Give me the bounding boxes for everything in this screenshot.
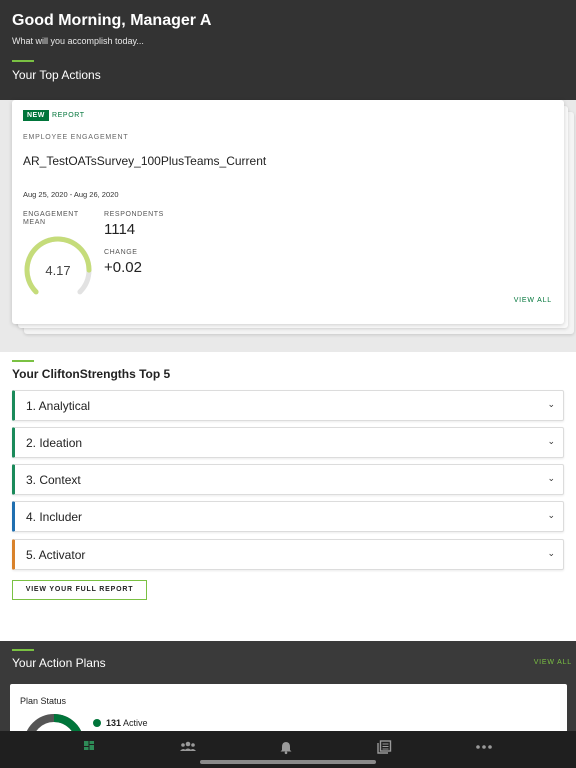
top-actions-title: Your Top Actions <box>12 68 101 82</box>
report-date-range: Aug 25, 2020 - Aug 26, 2020 <box>23 190 119 199</box>
strength-label: 2. Ideation <box>26 436 83 450</box>
strength-label: 1. Analytical <box>26 399 91 413</box>
active-label: Active <box>123 718 148 728</box>
view-all-actions-link[interactable]: VIEW ALL <box>514 297 552 304</box>
respondents-value: 1114 <box>104 221 136 238</box>
strength-item-context[interactable]: 3. Context ⌄ <box>12 464 564 495</box>
home-icon[interactable] <box>80 739 98 755</box>
active-legend-dot <box>93 719 101 727</box>
report-name: AR_TestOATsSurvey_100PlusTeams_Current <box>23 154 267 168</box>
change-value: +0.02 <box>104 259 142 276</box>
engagement-mean-value: 4.17 <box>45 263 70 278</box>
strength-label: 4. Includer <box>26 510 83 524</box>
greeting-title: Good Morning, Manager A <box>12 12 212 29</box>
engagement-gauge: 4.17 <box>24 236 92 295</box>
reports-icon[interactable] <box>375 739 393 755</box>
strength-item-ideation[interactable]: 2. Ideation ⌄ <box>12 427 564 458</box>
report-type-label: REPORT <box>52 112 85 119</box>
active-plans-legend: 131 Active <box>106 718 148 728</box>
team-icon[interactable] <box>179 739 197 755</box>
strength-item-analytical[interactable]: 1. Analytical ⌄ <box>12 390 564 421</box>
respondents-label: RESPONDENTS <box>104 211 164 218</box>
strength-item-includer[interactable]: 4. Includer ⌄ <box>12 501 564 532</box>
view-full-report-button[interactable]: VIEW YOUR FULL REPORT <box>12 580 147 600</box>
hero-section: Good Morning, Manager A What will you ac… <box>0 0 576 352</box>
strength-label: 3. Context <box>26 473 81 487</box>
plan-status-title: Plan Status <box>20 696 67 706</box>
chevron-down-icon: ⌄ <box>547 510 555 520</box>
active-count: 131 <box>106 718 122 728</box>
section-accent-line <box>12 649 34 651</box>
action-plans-title: Your Action Plans <box>12 656 106 670</box>
home-indicator-bar <box>200 760 376 764</box>
strengths-title: Your CliftonStrengths Top 5 <box>12 367 171 381</box>
chevron-down-icon: ⌄ <box>547 548 555 558</box>
report-category: EMPLOYEE ENGAGEMENT <box>23 134 129 141</box>
strength-label: 5. Activator <box>26 548 86 562</box>
bell-icon[interactable] <box>277 739 295 755</box>
section-accent-line <box>12 360 34 362</box>
change-label: CHANGE <box>104 249 138 256</box>
greeting-subtitle: What will you accomplish today... <box>12 36 144 46</box>
chevron-down-icon: ⌄ <box>547 436 555 446</box>
strength-item-activator[interactable]: 5. Activator ⌄ <box>12 539 564 570</box>
view-all-plans-link[interactable]: VIEW ALL <box>534 659 572 666</box>
more-icon[interactable] <box>475 739 493 755</box>
chevron-down-icon: ⌄ <box>547 473 555 483</box>
section-accent-line <box>12 60 34 62</box>
engagement-report-card[interactable]: NEW REPORT EMPLOYEE ENGAGEMENT AR_TestOA… <box>12 100 564 324</box>
new-badge: NEW <box>23 110 49 121</box>
chevron-down-icon: ⌄ <box>547 399 555 409</box>
engagement-mean-label: ENGAGEMENT MEAN <box>23 211 79 226</box>
